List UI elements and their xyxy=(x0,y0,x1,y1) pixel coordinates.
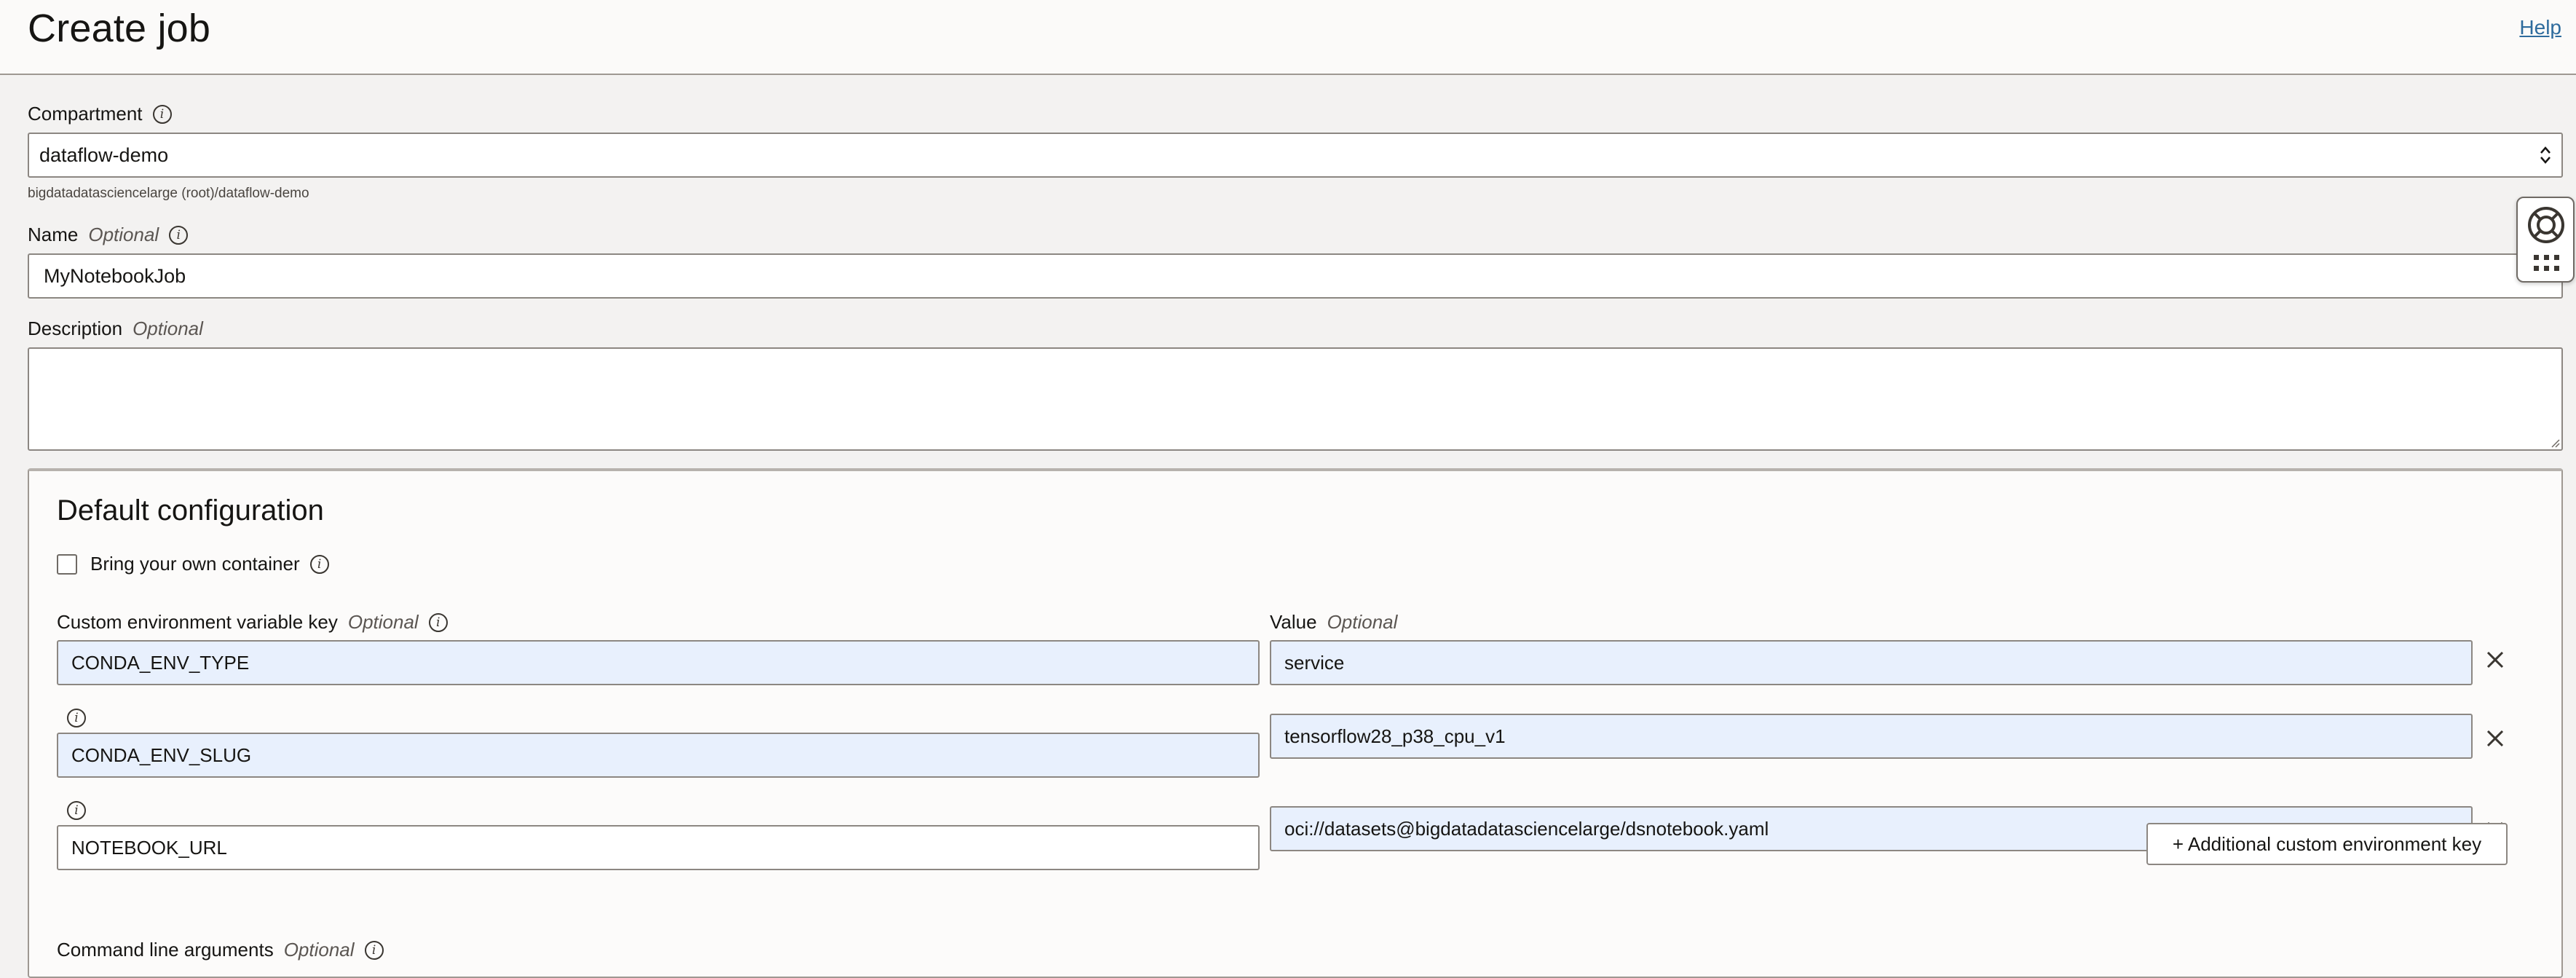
page-title: Create job xyxy=(28,6,210,51)
name-label: Name xyxy=(28,224,78,246)
byoc-checkbox[interactable] xyxy=(57,554,77,575)
byoc-label: Bring your own container xyxy=(90,553,300,575)
page-header: Create job Help xyxy=(0,0,2576,75)
env-key-input-1[interactable]: CONDA_ENV_TYPE xyxy=(57,640,1260,685)
value-label: Value xyxy=(1270,611,1317,634)
chevron-up-down-icon xyxy=(2540,144,2551,166)
name-input-value: MyNotebookJob xyxy=(44,265,186,288)
env-key-input-3[interactable]: NOTEBOOK_URL xyxy=(57,825,1260,870)
cmd-args-info-icon[interactable]: i xyxy=(365,941,384,960)
close-icon[interactable] xyxy=(2484,727,2506,749)
env-key-value-2: CONDA_ENV_SLUG xyxy=(71,744,251,767)
description-label-row: Description Optional xyxy=(28,318,203,340)
env-value-value-1: service xyxy=(1284,652,1344,674)
value-label-row: Value Optional xyxy=(1270,611,1397,634)
byoc-label-row: Bring your own container i xyxy=(90,553,329,575)
env-key-2-info-icon[interactable]: i xyxy=(67,709,86,727)
compartment-select[interactable]: dataflow-demo xyxy=(28,133,2563,178)
help-link[interactable]: Help xyxy=(2519,16,2561,39)
default-configuration-panel: Default configuration Bring your own con… xyxy=(28,468,2563,978)
lifebuoy-icon[interactable] xyxy=(2526,205,2566,245)
env-value-input-1[interactable]: service xyxy=(1270,640,2473,685)
name-optional: Optional xyxy=(88,224,159,246)
env-value-value-3: oci://datasets@bigdatadatasciencelarge/d… xyxy=(1284,818,1769,840)
env-value-value-2: tensorflow28_p38_cpu_v1 xyxy=(1284,725,1506,748)
name-info-icon[interactable]: i xyxy=(169,226,188,245)
cmd-args-label-row: Command line arguments Optional i xyxy=(57,939,384,961)
resize-grip-icon[interactable] xyxy=(2550,438,2560,448)
compartment-path: bigdatadatasciencelarge (root)/dataflow-… xyxy=(28,186,309,202)
env-key-label-row: Custom environment variable key Optional… xyxy=(57,611,448,634)
name-label-row: Name Optional i xyxy=(28,224,188,246)
floating-help-widget[interactable] xyxy=(2516,197,2575,283)
env-key-3-info-icon[interactable]: i xyxy=(67,801,86,820)
compartment-label: Compartment xyxy=(28,103,143,125)
description-textarea[interactable] xyxy=(28,347,2563,451)
compartment-label-row: Compartment i xyxy=(28,103,172,125)
byoc-info-icon[interactable]: i xyxy=(310,555,329,574)
description-label: Description xyxy=(28,318,122,340)
default-configuration-title: Default configuration xyxy=(57,494,324,527)
env-key-info-icon[interactable]: i xyxy=(429,613,448,632)
cmd-args-optional: Optional xyxy=(284,939,355,961)
value-optional: Optional xyxy=(1327,611,1398,634)
description-optional: Optional xyxy=(133,318,203,340)
env-key-value-3: NOTEBOOK_URL xyxy=(71,837,227,859)
env-value-input-2[interactable]: tensorflow28_p38_cpu_v1 xyxy=(1270,714,2473,759)
close-icon[interactable] xyxy=(2484,649,2506,671)
env-key-optional: Optional xyxy=(348,611,419,634)
grid-dots-icon[interactable] xyxy=(2532,253,2561,272)
compartment-info-icon[interactable]: i xyxy=(153,105,172,124)
add-custom-env-key-button[interactable]: + Additional custom environment key xyxy=(2146,823,2508,865)
compartment-select-value: dataflow-demo xyxy=(39,144,168,167)
env-key-input-2[interactable]: CONDA_ENV_SLUG xyxy=(57,733,1260,778)
env-key-value-1: CONDA_ENV_TYPE xyxy=(71,652,249,674)
name-input[interactable]: MyNotebookJob xyxy=(28,253,2563,299)
env-key-label: Custom environment variable key xyxy=(57,611,338,634)
cmd-args-label: Command line arguments xyxy=(57,939,274,961)
